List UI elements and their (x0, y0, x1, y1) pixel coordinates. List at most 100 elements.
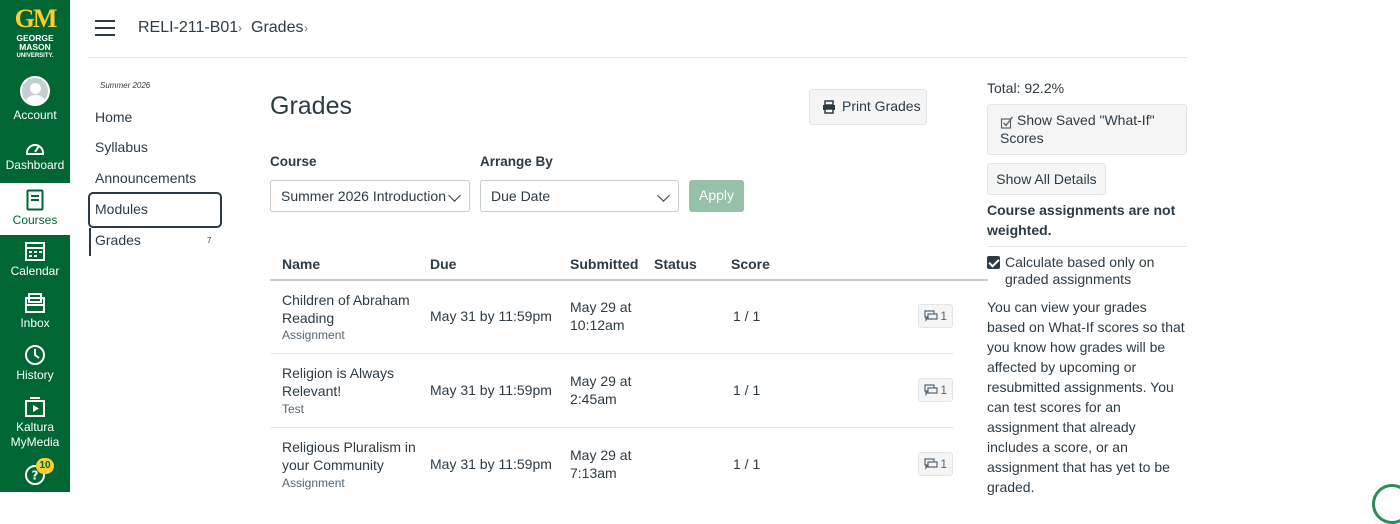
column-header-status[interactable]: Status (654, 256, 697, 272)
global-nav-courses-label: Courses (12, 213, 58, 227)
logo-line-2: MASON (19, 42, 51, 52)
course-nav-home[interactable]: Home (95, 109, 132, 125)
comment-icon (924, 384, 938, 396)
show-saved-label-1: Show Saved "What-If" (1017, 112, 1155, 128)
hamburger-menu-icon[interactable] (95, 20, 115, 36)
assignment-name-link[interactable]: Religion is Always Relevant! (282, 364, 417, 400)
chevron-down-icon (448, 189, 461, 202)
weighted-note: Course assignments are not weighted. (987, 202, 1176, 238)
global-nav-history-label: History (16, 368, 54, 382)
assignment-name-line-1: Religion is Always (282, 365, 395, 381)
breadcrumb-course[interactable]: RELI-211-B01 (138, 19, 238, 37)
arrange-by-label: Arrange By (480, 154, 553, 169)
grades-count-badge: 7 (207, 236, 212, 245)
printer-icon (823, 100, 835, 114)
course-nav-grades[interactable]: Grades (95, 232, 141, 248)
assignment-name-line-2: your Community (282, 457, 384, 473)
course-select-label: Course (270, 154, 317, 169)
history-icon (25, 345, 45, 365)
global-nav-account-label: Account (13, 108, 57, 122)
global-nav: GM GEORGE MASON UNIVERSITY. Account Dash… (0, 0, 70, 492)
comments-button[interactable]: 1 (918, 304, 953, 328)
assignment-name-link[interactable]: Religious Pluralism in your Community (282, 438, 417, 474)
score: 1 / 1 (733, 308, 761, 324)
global-nav-dashboard-label: Dashboard (5, 158, 65, 172)
inbox-icon (25, 293, 45, 313)
comment-icon (924, 310, 938, 322)
global-nav-account[interactable]: Account (0, 76, 70, 122)
table-header-divider (270, 279, 988, 281)
course-nav-modules[interactable]: Modules (95, 201, 148, 217)
assignment-name-line-1: Children of Abraham (282, 292, 410, 308)
score: 1 / 1 (733, 456, 761, 472)
column-header-submitted[interactable]: Submitted (570, 256, 638, 272)
course-select[interactable]: Summer 2026 Introduction (270, 180, 470, 212)
global-nav-inbox[interactable]: Inbox (0, 292, 70, 330)
university-logo[interactable]: GM GEORGE MASON UNIVERSITY. (0, 4, 70, 68)
course-select-value: Summer 2026 Introduction (281, 188, 446, 204)
breadcrumb-separator-icon: › (304, 21, 308, 35)
due-date: May 31 by 11:59pm (430, 382, 552, 398)
course-nav-syllabus[interactable]: Syllabus (95, 139, 148, 155)
sidebar-divider (987, 246, 1187, 247)
submitted-date: May 29 at 2:45am (570, 372, 640, 408)
assignment-name-link[interactable]: Children of Abraham Reading (282, 291, 417, 327)
row-divider (270, 353, 954, 354)
submitted-date-line-1: May 29 at (570, 447, 632, 463)
logo-line-3: UNIVERSITY. (16, 53, 54, 59)
assignment-name-line-1: Religious Pluralism in (282, 439, 416, 455)
course-term: Summer 2026 (100, 81, 151, 90)
global-nav-courses[interactable]: Courses (0, 183, 70, 235)
what-if-info-text: You can view your grades based on What-I… (987, 299, 1185, 495)
breadcrumb-separator-icon: › (238, 21, 242, 35)
comment-count: 1 (940, 457, 947, 471)
column-header-due[interactable]: Due (430, 256, 456, 272)
kaltura-icon (25, 397, 45, 417)
global-nav-kaltura-label-2: MyMedia (10, 435, 60, 449)
global-nav-history[interactable]: History (0, 344, 70, 382)
submitted-date-line-2: 7:13am (570, 465, 617, 481)
apply-button[interactable]: Apply (689, 180, 744, 212)
global-nav-calendar[interactable]: Calendar (0, 240, 70, 278)
submitted-date-line-2: 10:12am (570, 317, 625, 333)
global-nav-calendar-label: Calendar (10, 264, 60, 278)
global-nav-dashboard[interactable]: Dashboard (0, 138, 70, 172)
help-badge: 10 (36, 458, 54, 474)
print-grades-button[interactable]: Print Grades (809, 89, 927, 125)
global-nav-kaltura-label-1: Kaltura (15, 420, 55, 434)
course-nav-active-indicator (89, 228, 91, 256)
global-nav-kaltura[interactable]: Kaltura MyMedia (0, 396, 70, 450)
submitted-date-line-2: 2:45am (570, 391, 617, 407)
what-if-icon (1000, 116, 1014, 129)
due-date: May 31 by 11:59pm (430, 456, 552, 472)
submitted-date: May 29 at 7:13am (570, 446, 640, 482)
show-saved-what-if-button[interactable]: Show Saved "What-If" Scores (987, 104, 1187, 155)
comment-icon (924, 458, 938, 470)
assignment-name-line-2: Relevant! (282, 383, 342, 399)
assignment-name-line-2: Reading (282, 310, 335, 326)
global-nav-help[interactable]: ? 10 (0, 458, 70, 488)
course-nav-announcements[interactable]: Announcements (95, 170, 196, 186)
column-header-score[interactable]: Score (731, 256, 770, 272)
arrange-by-select[interactable]: Due Date (480, 180, 679, 212)
submitted-date-line-1: May 29 at (570, 299, 632, 315)
calendar-icon (25, 242, 45, 261)
dashboard-icon (26, 144, 44, 155)
assignment-type: Assignment (282, 476, 345, 490)
calculate-graded-only-label[interactable]: Calculate based only on graded assignmen… (1005, 254, 1185, 288)
comments-button[interactable]: 1 (918, 452, 953, 476)
breadcrumb-grades[interactable]: Grades (251, 19, 303, 37)
print-grades-label: Print Grades (842, 98, 921, 114)
column-header-name[interactable]: Name (282, 256, 320, 272)
due-date: May 31 by 11:59pm (430, 308, 552, 324)
assignment-type: Assignment (282, 328, 345, 342)
logo-mark: GM (14, 4, 58, 33)
chevron-down-icon (657, 189, 670, 202)
page-header: RELI-211-B01 › Grades › (88, 0, 1188, 58)
calculate-graded-only-checkbox[interactable] (987, 256, 1000, 269)
show-all-details-button[interactable]: Show All Details (987, 163, 1106, 195)
comment-count: 1 (940, 309, 947, 323)
corner-widget-icon[interactable] (1372, 484, 1400, 524)
comments-button[interactable]: 1 (918, 378, 953, 402)
submitted-date: May 29 at 10:12am (570, 298, 640, 334)
